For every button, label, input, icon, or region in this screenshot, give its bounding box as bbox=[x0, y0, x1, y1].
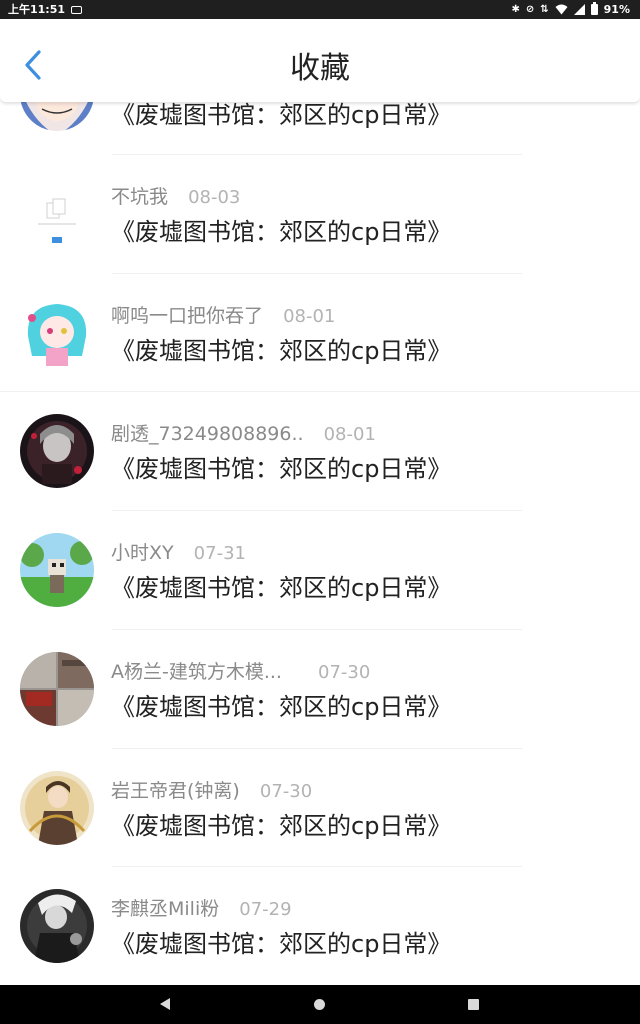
avatar bbox=[20, 296, 94, 370]
document-placeholder-icon bbox=[20, 177, 94, 251]
avatar bbox=[20, 652, 94, 726]
battery-icon bbox=[590, 2, 598, 15]
item-author: 小时XY bbox=[111, 542, 174, 564]
status-time: 上午11:51 bbox=[8, 3, 66, 16]
list-item[interactable]: 岩王帝君(钟离) 07-30 《废墟图书馆：郊区的cp日常》 bbox=[0, 749, 640, 867]
monochrome-character-icon bbox=[20, 889, 94, 963]
item-date: 07-30 bbox=[318, 662, 371, 683]
avatar bbox=[20, 414, 94, 488]
list-item[interactable]: 剧透_73249808896.. 08-01 《废墟图书馆：郊区的cp日常》 bbox=[0, 392, 640, 510]
status-right: ✱ ⊘ ⇅ 91% bbox=[511, 0, 630, 19]
favorites-list[interactable]: 《废墟图书馆：郊区的cp日常》 不坑我 08-03 《废墟图书馆：郊区的cp日常… bbox=[0, 19, 640, 985]
item-date: 08-03 bbox=[188, 187, 241, 208]
status-bar: 上午11:51 ✱ ⊘ ⇅ 91% bbox=[0, 0, 640, 19]
item-title: 《废墟图书馆：郊区的cp日常》 bbox=[111, 455, 452, 483]
item-author: 啊呜一口把你吞了 bbox=[111, 305, 264, 327]
status-left: 上午11:51 bbox=[8, 0, 83, 19]
item-meta: 剧透_73249808896.. 08-01 bbox=[111, 422, 376, 447]
avatar bbox=[20, 533, 94, 607]
item-title: 《废墟图书馆：郊区的cp日常》 bbox=[111, 337, 452, 365]
list-item[interactable]: A杨兰-建筑方木模... 07-30 《废墟图书馆：郊区的cp日常》 bbox=[0, 630, 640, 748]
item-date: 08-01 bbox=[323, 424, 376, 445]
item-meta: 岩王帝君(钟离) 07-30 bbox=[111, 779, 312, 804]
item-meta: 啊呜一口把你吞了 08-01 bbox=[111, 304, 335, 329]
back-triangle-icon[interactable] bbox=[160, 998, 170, 1010]
item-title: 《废墟图书馆：郊区的cp日常》 bbox=[111, 574, 452, 602]
item-title: 《废墟图书馆：郊区的cp日常》 bbox=[111, 930, 452, 958]
item-author: 剧透_73249808896.. bbox=[111, 423, 304, 445]
item-meta: A杨兰-建筑方木模... 07-30 bbox=[111, 660, 370, 685]
item-author: 李麒丞Mili粉 bbox=[111, 898, 220, 920]
item-author: A杨兰-建筑方木模... bbox=[111, 661, 282, 683]
avatar bbox=[20, 889, 94, 963]
home-circle-icon[interactable] bbox=[314, 999, 325, 1010]
wifi-icon bbox=[555, 4, 568, 15]
pixel-character-icon bbox=[20, 533, 94, 607]
navigation-bar bbox=[0, 985, 640, 1024]
item-title: 《废墟图书馆：郊区的cp日常》 bbox=[111, 101, 452, 129]
golden-character-icon bbox=[20, 771, 94, 845]
item-title: 《废墟图书馆：郊区的cp日常》 bbox=[111, 812, 452, 840]
avatar bbox=[20, 177, 94, 251]
item-meta: 小时XY 07-31 bbox=[111, 541, 246, 566]
list-item[interactable]: 小时XY 07-31 《废墟图书馆：郊区的cp日常》 bbox=[0, 511, 640, 629]
battery-percent: 91% bbox=[603, 3, 630, 16]
mute-icon: ⊘ bbox=[525, 4, 535, 15]
item-date: 07-31 bbox=[193, 543, 246, 564]
item-author: 岩王帝君(钟离) bbox=[111, 780, 240, 802]
construction-photo-icon bbox=[20, 652, 94, 726]
avatar bbox=[20, 771, 94, 845]
list-item[interactable]: 不坑我 08-03 《废墟图书馆：郊区的cp日常》 bbox=[0, 155, 640, 273]
page-title: 收藏 bbox=[290, 51, 350, 86]
tv-icon bbox=[71, 6, 83, 14]
header: 收藏 bbox=[0, 19, 640, 102]
item-date: 07-30 bbox=[259, 781, 313, 802]
list-item[interactable]: 李麒丞Mili粉 07-29 《废墟图书馆：郊区的cp日常》 bbox=[0, 867, 640, 985]
recents-square-icon[interactable] bbox=[468, 999, 479, 1010]
item-title: 《废墟图书馆：郊区的cp日常》 bbox=[111, 693, 452, 721]
signal-icon bbox=[573, 4, 585, 15]
item-date: 07-29 bbox=[239, 899, 292, 920]
item-meta: 不坑我 08-03 bbox=[111, 185, 240, 210]
item-date: 08-01 bbox=[283, 306, 336, 327]
data-arrows-icon: ⇅ bbox=[540, 4, 549, 15]
item-title: 《废墟图书馆：郊区的cp日常》 bbox=[111, 218, 452, 246]
bluetooth-icon: ✱ bbox=[511, 4, 520, 15]
cyan-hair-girl-icon bbox=[20, 296, 94, 370]
item-meta: 李麒丞Mili粉 07-29 bbox=[111, 897, 292, 922]
item-author: 不坑我 bbox=[111, 186, 169, 208]
dark-character-icon bbox=[20, 414, 94, 488]
list-item[interactable]: 啊呜一口把你吞了 08-01 《废墟图书馆：郊区的cp日常》 bbox=[0, 274, 640, 392]
